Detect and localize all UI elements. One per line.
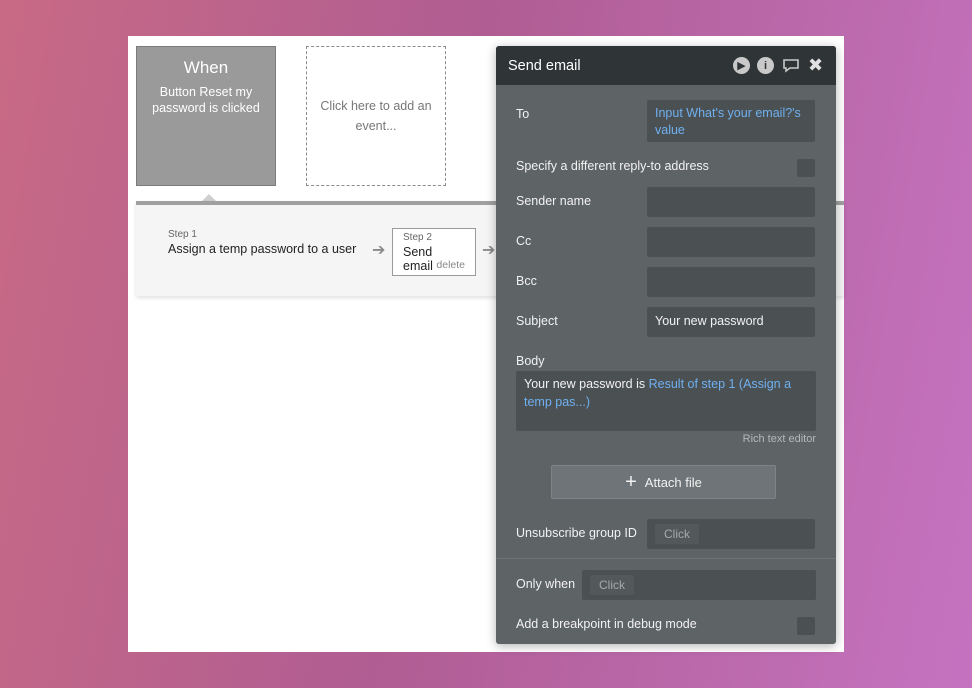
rich-text-editor-link[interactable]: Rich text editor: [743, 433, 816, 445]
body-field[interactable]: Your new password is Result of step 1 (A…: [516, 371, 816, 431]
sender-name-field[interactable]: [647, 187, 815, 217]
add-event-button[interactable]: Click here to add an event...: [306, 46, 446, 186]
cc-label: Cc: [516, 234, 532, 248]
panel-title: Send email: [508, 57, 581, 74]
unsubscribe-field[interactable]: Click: [647, 519, 815, 549]
step-1-title: Assign a temp password to a user: [168, 242, 357, 256]
delete-step-link[interactable]: delete: [436, 259, 465, 271]
only-when-click-button[interactable]: Click: [590, 575, 634, 595]
bcc-label: Bcc: [516, 274, 537, 288]
bcc-field[interactable]: [647, 267, 815, 297]
plus-icon: +: [625, 471, 637, 493]
unsubscribe-label: Unsubscribe group ID: [516, 526, 637, 540]
arrow-right-icon: ➔: [372, 242, 386, 259]
to-label: To: [516, 107, 530, 121]
subject-label: Subject: [516, 314, 558, 328]
close-icon[interactable]: ✖: [807, 55, 824, 75]
body-label: Body: [516, 354, 545, 368]
step-2[interactable]: Step 2 Send email delete: [392, 228, 476, 276]
only-when-field[interactable]: Click: [582, 570, 816, 600]
info-icon[interactable]: i: [757, 57, 774, 74]
breakpoint-label: Add a breakpoint in debug mode: [516, 617, 697, 631]
reply-to-label: Specify a different reply-to address: [516, 159, 709, 173]
send-email-panel: Send email ▶ i ✖ To Input What's your em…: [496, 46, 836, 644]
body-static-text: Your new password is: [524, 377, 649, 391]
event-title: When: [183, 58, 229, 77]
unsubscribe-click-button[interactable]: Click: [655, 524, 699, 544]
step-2-number: Step 2: [403, 232, 432, 243]
subject-field[interactable]: Your new password: [647, 307, 815, 337]
event-description: Button Reset my password is clicked: [152, 85, 260, 115]
arrow-right-icon: ➔: [482, 242, 496, 259]
comment-icon[interactable]: [781, 57, 800, 74]
attach-file-button[interactable]: + Attach file: [551, 465, 776, 499]
sender-name-label: Sender name: [516, 194, 592, 208]
step-1[interactable]: Step 1 Assign a temp password to a user: [168, 229, 356, 256]
attach-file-label: Attach file: [644, 474, 702, 490]
play-icon[interactable]: ▶: [733, 57, 750, 74]
to-field[interactable]: Input What's your email?'s value: [647, 100, 815, 142]
breakpoint-checkbox[interactable]: [797, 617, 815, 635]
add-event-label: Click here to add an event...: [320, 99, 432, 133]
panel-header: Send email ▶ i ✖: [496, 46, 836, 85]
event-card[interactable]: When Button Reset my password is clicked: [136, 46, 276, 186]
step-1-number: Step 1: [168, 229, 197, 240]
cc-field[interactable]: [647, 227, 815, 257]
only-when-label: Only when: [516, 577, 576, 591]
divider: [496, 558, 836, 559]
reply-to-checkbox[interactable]: [797, 159, 815, 177]
